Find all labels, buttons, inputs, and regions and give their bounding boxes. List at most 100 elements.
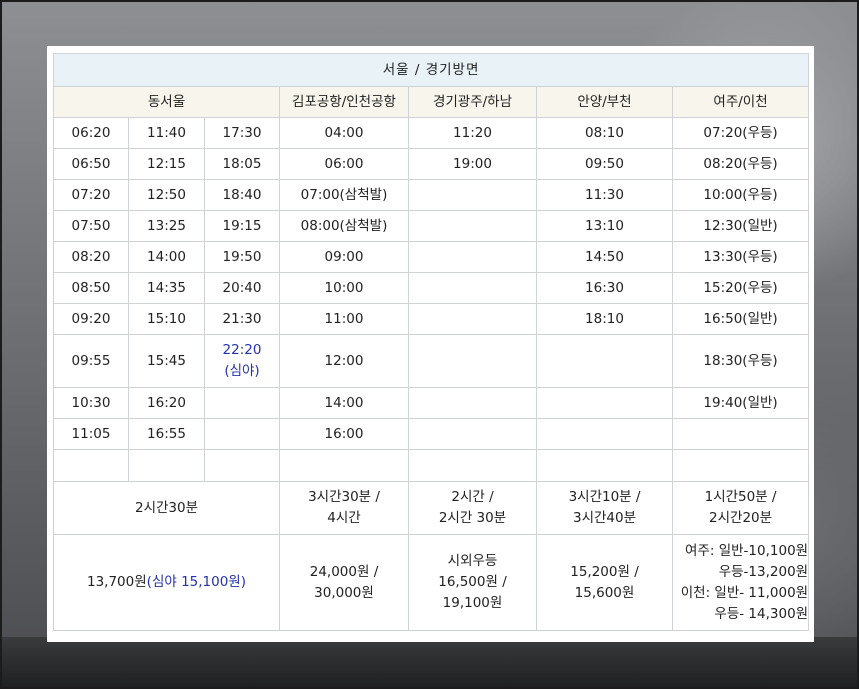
cell: [408, 210, 537, 242]
fare-line: 15,600원: [574, 584, 635, 601]
fare-line: 시외우등: [447, 553, 498, 569]
cell: 16:30: [536, 272, 673, 304]
cell: [408, 179, 537, 211]
table-row: 08:20 14:00 19:50 09:00 14:50 13:30(우등): [53, 241, 810, 273]
cell: [408, 418, 537, 450]
fare-line: 30,000원: [314, 584, 374, 601]
cell: [536, 334, 673, 388]
table-row: 09:20 15:10 21:30 11:00 18:10 16:50(일반): [53, 303, 810, 335]
cell: 15:20(우등): [671, 272, 810, 304]
cell: 12:50: [128, 179, 205, 211]
cell: 18:40: [204, 179, 280, 211]
cell: 12:30(일반): [671, 210, 810, 242]
cell: 13:30(우등): [671, 241, 810, 273]
duration-gwangju: 2시간 / 2시간 30분: [408, 481, 537, 535]
cell: [128, 449, 205, 482]
table-row: 07:20 12:50 18:40 07:00(삼척발) 11:30 10:00…: [53, 179, 810, 211]
cell: 19:40(일반): [671, 387, 810, 419]
header-yeoju-icheon: 여주/이천: [671, 86, 810, 118]
cell: 07:00(삼척발): [279, 179, 409, 211]
cell: [671, 418, 810, 450]
cell: 09:55: [53, 334, 129, 388]
cell: 18:05: [204, 148, 280, 180]
schedule-card: 서울 / 경기방면 동서울 김포공항/인천공항 경기광주/하남 안양/부천 여주…: [47, 46, 814, 642]
late-night-note: (심야): [224, 363, 260, 379]
cell: [408, 272, 537, 304]
cell: 09:20: [53, 303, 129, 335]
cell: 11:20: [408, 117, 537, 149]
cell: 21:30: [204, 303, 280, 335]
cell: 16:00: [279, 418, 409, 450]
cell: [536, 418, 673, 450]
cell: 16:50(일반): [671, 303, 810, 335]
fare-row: 13,700원(심야 15,100원) 24,000원 / 30,000원 시외…: [53, 534, 810, 631]
cell: 07:20: [53, 179, 129, 211]
cell: 06:00: [279, 148, 409, 180]
cell: [408, 449, 537, 482]
cell: 07:20(우등): [671, 117, 810, 149]
fare-late-night: (심야 15,100원): [146, 574, 246, 590]
cell: 17:30: [204, 117, 280, 149]
cell: 09:50: [536, 148, 673, 180]
header-anyang-bucheon: 안양/부천: [536, 86, 673, 118]
cell: 15:10: [128, 303, 205, 335]
cell: 13:10: [536, 210, 673, 242]
cell: [204, 387, 280, 419]
cell: 19:15: [204, 210, 280, 242]
cell: 11:00: [279, 303, 409, 335]
duration-anyang: 3시간10분 / 3시간40분: [536, 481, 673, 535]
cell: 19:00: [408, 148, 537, 180]
fare-regular: 13,700원: [87, 574, 147, 590]
duration-line: 3시간40분: [572, 510, 637, 526]
cell: 19:50: [204, 241, 280, 273]
fare-line: 19,100원: [442, 595, 503, 611]
table-row: 11:05 16:55 16:00: [53, 418, 810, 450]
header-gwangju-hanam: 경기광주/하남: [408, 86, 537, 118]
cell: [279, 449, 409, 482]
cell: 06:20: [53, 117, 129, 149]
fare-line: 16,500원 /: [438, 574, 507, 590]
cell: 04:00: [279, 117, 409, 149]
cell: 15:45: [128, 334, 205, 388]
fare-line: 24,000원 /: [309, 563, 379, 580]
cell: 11:05: [53, 418, 129, 450]
cell: 08:50: [53, 272, 129, 304]
cell: 16:55: [128, 418, 205, 450]
cell: 11:40: [128, 117, 205, 149]
cell: 08:20(우등): [671, 148, 810, 180]
table-row-empty: [53, 449, 810, 482]
cell: 10:00: [279, 272, 409, 304]
fare-line: 우등- 14,300원: [714, 605, 809, 622]
duration-line: 3시간30분 /: [308, 489, 380, 505]
cell: 08:20: [53, 241, 129, 273]
cell: [408, 303, 537, 335]
table-row: 08:50 14:35 20:40 10:00 16:30 15:20(우등): [53, 272, 810, 304]
fare-gimpo: 24,000원 / 30,000원: [279, 534, 409, 631]
header-gimpo-incheon: 김포공항/인천공항: [279, 86, 409, 118]
cell: [671, 449, 810, 482]
cell: [408, 334, 537, 388]
cell: 14:00: [279, 387, 409, 419]
fare-line: 여주: 일반-10,100원: [685, 542, 809, 559]
fare-east-seoul: 13,700원(심야 15,100원): [53, 534, 280, 631]
cell: [53, 449, 129, 482]
table-row: 09:55 15:45 22:20 (심야) 12:00 18:30(우등): [53, 334, 810, 388]
cell: 12:15: [128, 148, 205, 180]
late-night-cell: 22:20 (심야): [204, 334, 280, 388]
duration-east-seoul: 2시간30분: [53, 481, 280, 535]
cell: 07:50: [53, 210, 129, 242]
cell: 18:10: [536, 303, 673, 335]
cell: 09:00: [279, 241, 409, 273]
cell: [408, 387, 537, 419]
cell: 10:30: [53, 387, 129, 419]
cell: 14:50: [536, 241, 673, 273]
fare-gwangju: 시외우등 16,500원 / 19,100원: [408, 534, 537, 631]
duration-yeoju: 1시간50분 / 2시간20분: [671, 481, 810, 535]
table-title: 서울 / 경기방면: [52, 53, 810, 87]
cell: 20:40: [204, 272, 280, 304]
table-row: 06:20 11:40 17:30 04:00 11:20 08:10 07:2…: [53, 117, 810, 149]
duration-line: 2시간 /: [451, 489, 494, 505]
late-night-time: 22:20: [222, 342, 262, 358]
cell: 06:50: [53, 148, 129, 180]
duration-row: 2시간30분 3시간30분 / 4시간 2시간 / 2시간 30분 3시간10분…: [53, 481, 810, 535]
